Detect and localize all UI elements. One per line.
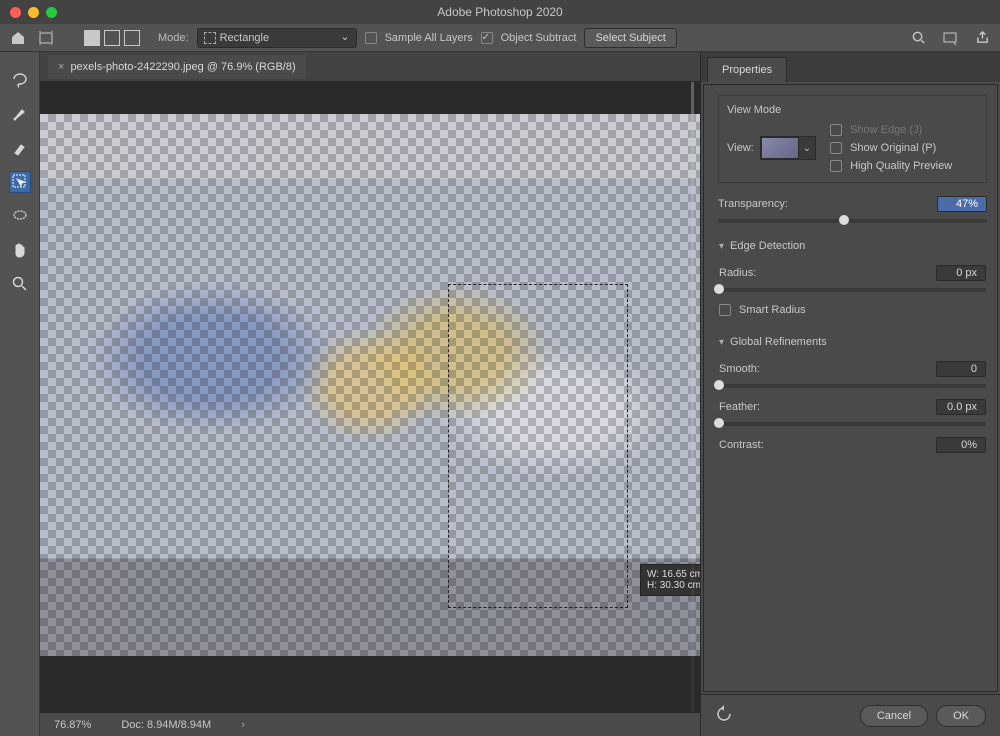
panel-header: Properties <box>701 52 1000 82</box>
view-mode-section: View Mode View: Show Edge (J) Show Origi… <box>718 95 987 183</box>
lasso-poly-tool-icon[interactable] <box>10 206 30 226</box>
mode-label: Mode: <box>158 32 189 44</box>
tool-dock <box>0 52 40 736</box>
right-icon-group <box>908 28 992 48</box>
slider-thumb[interactable] <box>714 418 724 428</box>
quick-selection-brush-icon[interactable] <box>10 104 30 124</box>
slider-thumb[interactable] <box>714 284 724 294</box>
mode-select[interactable]: Rectangle <box>197 28 357 48</box>
vertical-scrollbar[interactable] <box>691 82 694 712</box>
scrollbar-thumb[interactable] <box>691 82 694 460</box>
section-title[interactable]: Global Refinements <box>719 332 986 352</box>
new-selection-icon[interactable] <box>84 30 100 46</box>
mode-value: Rectangle <box>220 32 270 44</box>
show-edge-checkbox: Show Edge (J) <box>830 122 952 138</box>
panel-body: View Mode View: Show Edge (J) Show Origi… <box>703 84 998 692</box>
radius-slider[interactable] <box>719 288 986 292</box>
sample-all-layers: Sample All Layers <box>365 30 473 46</box>
chevron-right-icon[interactable]: › <box>241 719 245 731</box>
screen-mode-icon[interactable] <box>940 28 960 48</box>
feather-slider[interactable] <box>719 422 986 426</box>
transparency-field: Transparency: 47% <box>718 195 987 223</box>
home-icon[interactable] <box>8 28 28 48</box>
select-subject-button[interactable]: Select Subject <box>584 28 676 48</box>
search-icon[interactable] <box>908 28 928 48</box>
status-bar: 76.87% Doc: 8.94M/8.94M › <box>40 712 700 736</box>
feather-value[interactable]: 0.0 px <box>936 399 986 415</box>
rectangle-dash-icon <box>204 32 216 44</box>
add-selection-icon[interactable] <box>104 30 120 46</box>
lasso-tool-icon[interactable] <box>10 70 30 90</box>
options-bar: Mode: Rectangle Sample All Layers Object… <box>0 24 1000 52</box>
status-zoom[interactable]: 76.87% <box>54 719 91 731</box>
transparency-slider[interactable] <box>718 219 987 223</box>
close-icon[interactable] <box>10 7 21 18</box>
smooth-value[interactable]: 0 <box>936 361 986 377</box>
document-tab-bar: × pexels-photo-2422290.jpeg @ 76.9% (RGB… <box>40 52 700 82</box>
hand-tool-icon[interactable] <box>10 240 30 260</box>
reset-icon[interactable] <box>715 705 733 726</box>
smart-radius-checkbox[interactable]: Smart Radius <box>719 302 986 318</box>
window-controls <box>0 7 57 18</box>
title-bar: Adobe Photoshop 2020 <box>0 0 1000 24</box>
show-original-checkbox[interactable]: Show Original (P) <box>830 140 952 156</box>
checkbox-icon[interactable] <box>481 32 493 44</box>
view-thumb-icon <box>761 137 799 159</box>
transparency-value[interactable]: 47% <box>937 196 987 212</box>
subtract-selection-icon[interactable] <box>124 30 140 46</box>
properties-panel: Properties View Mode View: Show Edge (J)… <box>700 52 1000 736</box>
zoom-tool-icon[interactable] <box>10 274 30 294</box>
object-selection-tool-icon[interactable] <box>10 172 30 192</box>
canvas-checker: W: 16.65 cm H: 30.30 cm <box>40 114 700 656</box>
edge-detection-section: Edge Detection Radius: 0 px Smart Radius <box>718 235 987 319</box>
high-quality-preview-checkbox[interactable]: High Quality Preview <box>830 158 952 174</box>
document-tab-label: pexels-photo-2422290.jpeg @ 76.9% (RGB/8… <box>70 61 295 73</box>
cancel-button[interactable]: Cancel <box>860 705 928 727</box>
panel-footer: Cancel OK <box>701 694 1000 736</box>
frame-tool-icon[interactable] <box>36 28 56 48</box>
contrast-value[interactable]: 0% <box>936 437 986 453</box>
brush-tool-icon[interactable] <box>10 138 30 158</box>
properties-tab[interactable]: Properties <box>707 57 787 82</box>
canvas-area[interactable]: W: 16.65 cm H: 30.30 cm <box>40 82 700 712</box>
section-title[interactable]: Edge Detection <box>719 236 986 256</box>
selection-marquee[interactable] <box>448 284 628 608</box>
object-subtract[interactable]: Object Subtract <box>481 30 577 46</box>
status-docsize: Doc: 8.94M/8.94M <box>121 719 211 731</box>
view-preset-select[interactable] <box>760 136 816 160</box>
document-tab[interactable]: × pexels-photo-2422290.jpeg @ 76.9% (RGB… <box>48 55 306 79</box>
checkbox-icon <box>365 32 377 44</box>
maximize-icon[interactable] <box>46 7 57 18</box>
share-icon[interactable] <box>972 28 992 48</box>
minimize-icon[interactable] <box>28 7 39 18</box>
smooth-slider[interactable] <box>719 384 986 388</box>
global-refinements-section: Global Refinements Smooth:0 Feather:0.0 … <box>718 331 987 455</box>
app-title: Adobe Photoshop 2020 <box>0 5 1000 19</box>
slider-thumb[interactable] <box>839 215 849 225</box>
close-tab-icon[interactable]: × <box>58 61 64 73</box>
selection-mode-group <box>84 30 140 46</box>
ok-button[interactable]: OK <box>936 705 986 727</box>
radius-value[interactable]: 0 px <box>936 265 986 281</box>
slider-thumb[interactable] <box>714 380 724 390</box>
